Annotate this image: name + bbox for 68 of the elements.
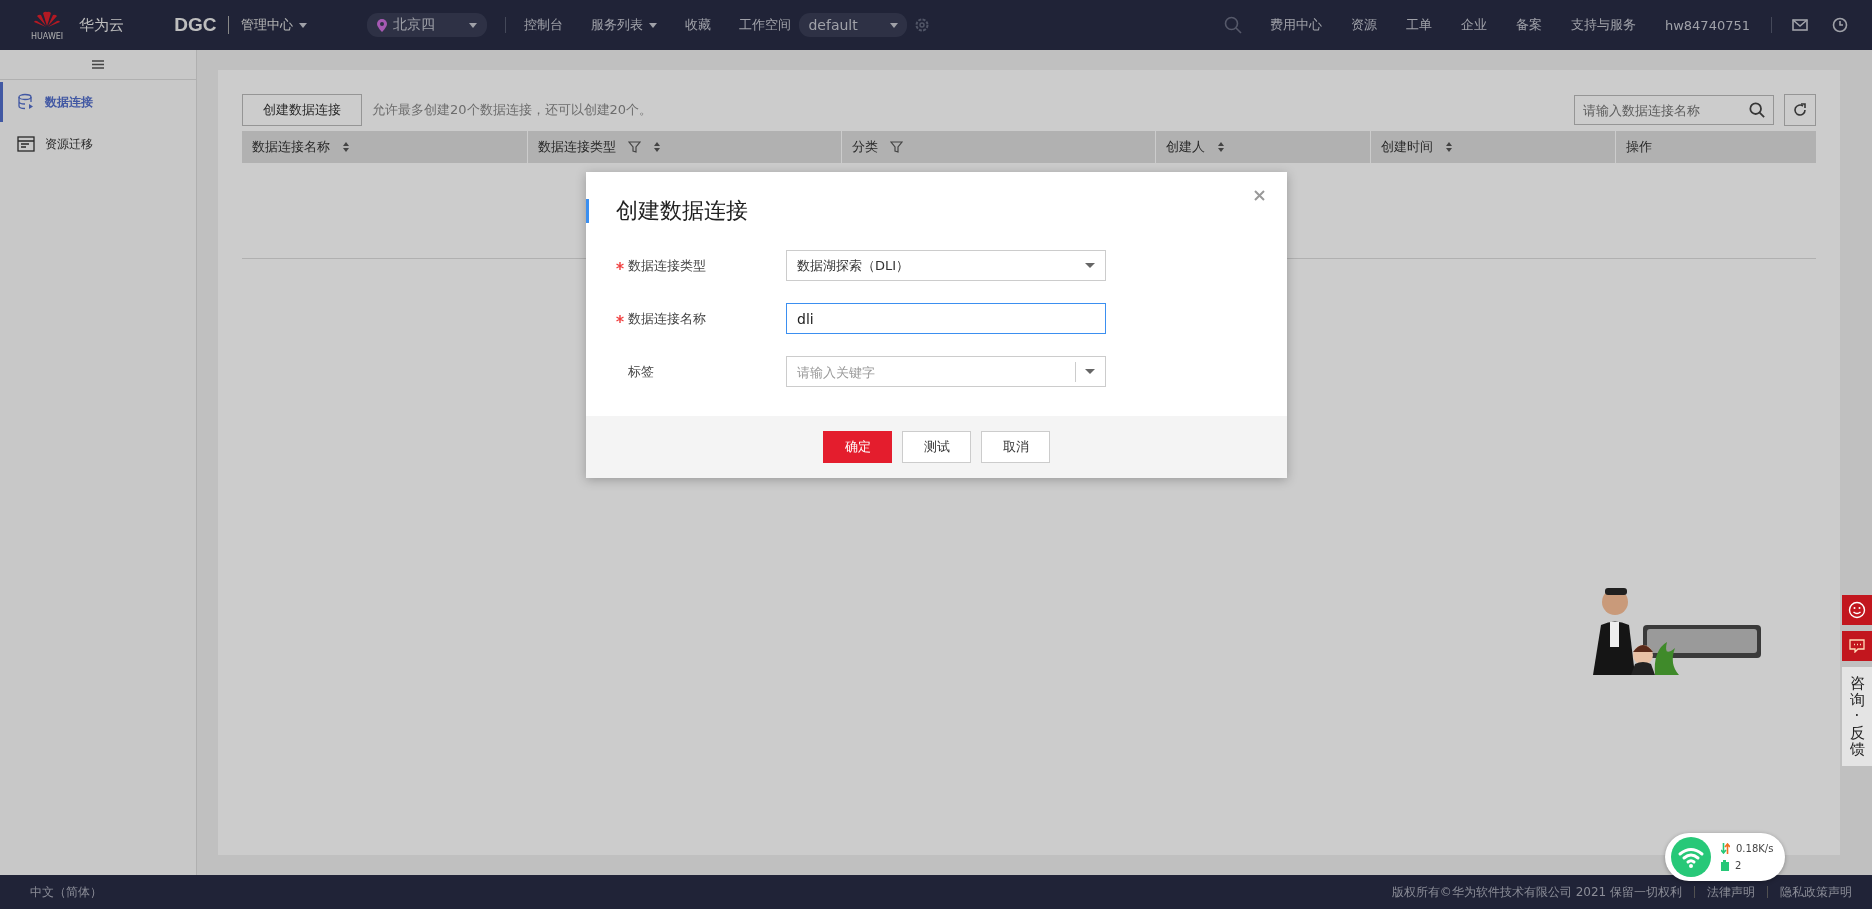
column-header[interactable]: 创建时间 bbox=[1371, 131, 1616, 163]
footer-link[interactable]: 法律声明 bbox=[1707, 883, 1755, 901]
sort-icon[interactable] bbox=[1445, 141, 1453, 153]
user-menu[interactable]: hw84740751 bbox=[1664, 17, 1750, 33]
sidebar-item[interactable]: 资源迁移 bbox=[0, 124, 196, 164]
filter-icon[interactable] bbox=[890, 141, 903, 153]
nav-link[interactable]: 费用中心 bbox=[1269, 16, 1322, 34]
window-icon bbox=[17, 136, 35, 152]
field-label: 标签 bbox=[628, 362, 654, 381]
menu-icon[interactable] bbox=[92, 60, 104, 69]
wifi-icon bbox=[1671, 837, 1711, 877]
field-label: 数据连接名称 bbox=[628, 309, 706, 328]
nav-link[interactable]: 服务列表 bbox=[591, 16, 658, 34]
speed-text: 0.18K/s bbox=[1736, 843, 1774, 854]
nav-link[interactable]: 资源 bbox=[1350, 16, 1377, 34]
footer-link[interactable]: 隐私政策声明 bbox=[1780, 883, 1852, 901]
database-icon bbox=[17, 93, 35, 111]
field-label: 数据连接类型 bbox=[628, 256, 706, 275]
tag-field[interactable]: 请输入关键字 bbox=[786, 356, 1106, 387]
search-icon[interactable] bbox=[1749, 102, 1765, 118]
refresh-icon bbox=[1792, 102, 1808, 118]
create-button[interactable]: 创建数据连接 bbox=[242, 94, 362, 126]
nav-link[interactable]: 工单 bbox=[1405, 16, 1432, 34]
chat-icon bbox=[1849, 639, 1865, 653]
name-field[interactable]: dli bbox=[786, 303, 1106, 334]
column-header[interactable]: 数据连接名称 bbox=[242, 131, 528, 163]
hint-text: 允许最多创建20个数据连接，还可以创建20个。 bbox=[372, 101, 653, 119]
confirm-button[interactable]: 确定 bbox=[823, 431, 892, 463]
dialog-button[interactable]: 测试 bbox=[902, 431, 971, 463]
refresh-button[interactable] bbox=[1784, 94, 1816, 126]
dropdown-arrow-icon[interactable] bbox=[1085, 369, 1095, 374]
smiley-icon bbox=[1848, 601, 1866, 619]
nav-link[interactable]: 备案 bbox=[1515, 16, 1542, 34]
sort-icon[interactable] bbox=[342, 141, 350, 153]
close-icon[interactable] bbox=[1254, 190, 1265, 201]
sort-icon[interactable] bbox=[653, 141, 661, 153]
location-pin-icon bbox=[377, 18, 388, 32]
count-text: 2 bbox=[1735, 860, 1742, 871]
column-header[interactable]: 创建人 bbox=[1156, 131, 1371, 163]
dialog-button[interactable]: 取消 bbox=[981, 431, 1050, 463]
nav-link[interactable]: 企业 bbox=[1460, 16, 1487, 34]
smiley-button[interactable] bbox=[1842, 595, 1872, 625]
column-header[interactable]: 操作 bbox=[1616, 131, 1816, 163]
clock-icon[interactable] bbox=[1832, 17, 1848, 33]
column-header[interactable]: 分类 bbox=[842, 131, 1156, 163]
type-select[interactable]: 数据湖探索（DLI） bbox=[786, 250, 1106, 281]
workspace-select[interactable]: default bbox=[799, 13, 908, 37]
region-select[interactable]: 北京四 bbox=[367, 13, 488, 37]
consult-feedback-tab[interactable]: 咨询·反馈 bbox=[1842, 667, 1872, 766]
search-box[interactable]: 请输入数据连接名称 bbox=[1574, 95, 1774, 125]
transfer-arrows-icon bbox=[1721, 843, 1730, 854]
nav-link[interactable]: 收藏 bbox=[685, 16, 712, 34]
chat-button[interactable] bbox=[1842, 631, 1872, 661]
nav-link[interactable]: 控制台 bbox=[524, 16, 564, 34]
dialog-title: 创建数据连接 bbox=[586, 199, 1287, 223]
nav-link[interactable]: 工作空间 bbox=[739, 16, 792, 34]
copyright-text: 版权所有©华为软件技术有限公司 2021 保留一切权利 bbox=[1391, 883, 1682, 901]
mail-icon[interactable] bbox=[1792, 19, 1808, 31]
sort-icon[interactable] bbox=[1217, 141, 1225, 153]
logo-caption: HUAWEI bbox=[31, 31, 64, 41]
brand-name[interactable]: 华为云 bbox=[79, 15, 125, 35]
column-header[interactable]: 数据连接类型 bbox=[528, 131, 842, 163]
battery-icon bbox=[1721, 860, 1729, 871]
nav-link[interactable]: 支持与服务 bbox=[1570, 16, 1636, 34]
console-menu[interactable]: 管理中心 bbox=[241, 16, 308, 34]
product-name[interactable]: DGC bbox=[174, 14, 217, 36]
filter-icon[interactable] bbox=[628, 141, 641, 153]
language-link[interactable]: 中文（简体） bbox=[30, 883, 102, 901]
